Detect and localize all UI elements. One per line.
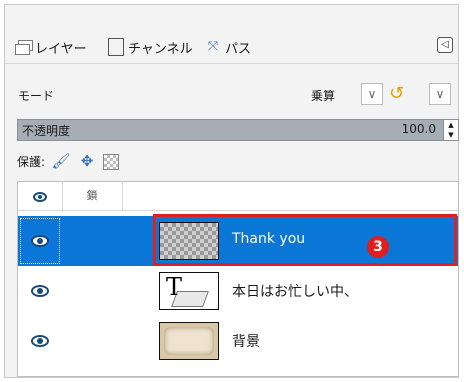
tab-layers[interactable]: レイヤー xyxy=(15,35,87,59)
eye-icon xyxy=(31,335,49,347)
layer-thumbnail[interactable] xyxy=(159,222,219,260)
triangle-left-icon: ◁ xyxy=(441,39,449,50)
opacity-slider[interactable]: 不透明度 100.0 ▲ ▼ xyxy=(17,119,459,141)
mode-value[interactable]: 乗算 xyxy=(311,87,335,104)
layer-list: 鎖 Thank you T 本日はお忙しい中、 背景 3 xyxy=(17,181,459,377)
lock-pixels-icon[interactable]: 🖌 xyxy=(51,151,71,171)
tab-label: レイヤー xyxy=(35,41,87,57)
layer-thumbnail[interactable] xyxy=(159,322,219,360)
spin-up-icon[interactable]: ▲ xyxy=(444,120,458,130)
layer-thumbnail[interactable]: T xyxy=(159,272,219,310)
dock-tab-bar: レイヤー チャンネル ⤧ パス ◁ xyxy=(5,25,458,65)
layer-name[interactable]: 本日はお忙しい中、 xyxy=(232,281,358,301)
mode-label: モード xyxy=(18,89,55,103)
tab-label: パス xyxy=(225,41,252,57)
tab-divider xyxy=(5,63,458,64)
chain-column-header[interactable]: 鎖 xyxy=(62,182,123,210)
channels-icon xyxy=(108,38,124,56)
opacity-label: 不透明度 xyxy=(22,124,71,138)
tab-label: チャンネル xyxy=(128,41,193,57)
spin-down-icon[interactable]: ▼ xyxy=(444,130,458,140)
composite-mode-dropdown-button[interactable]: ∨ xyxy=(429,83,451,105)
layer-name[interactable]: Thank you xyxy=(232,231,305,247)
layer-list-header: 鎖 xyxy=(18,182,458,211)
opacity-value[interactable]: 100.0 xyxy=(402,122,436,136)
tab-paths[interactable]: ⤧ パス xyxy=(205,35,251,59)
paths-icon: ⤧ xyxy=(207,39,219,54)
background-image-preview xyxy=(164,327,214,355)
opacity-spin-buttons[interactable]: ▲ ▼ xyxy=(443,120,458,140)
annotation-step-badge: 3 xyxy=(367,236,389,258)
reset-mode-icon[interactable]: ↺ xyxy=(389,84,404,104)
visibility-column-header[interactable] xyxy=(18,182,63,210)
eye-icon xyxy=(31,285,49,297)
layer-visibility-toggle[interactable] xyxy=(18,316,62,366)
chain-icon: 鎖 xyxy=(86,189,98,202)
layers-icon xyxy=(15,40,33,55)
tab-channels[interactable]: チャンネル xyxy=(108,35,193,59)
layer-row[interactable]: 背景 xyxy=(18,316,458,366)
lock-alpha-icon[interactable] xyxy=(103,154,120,170)
layer-row[interactable]: T 本日はお忙しい中、 xyxy=(18,266,458,316)
mode-row: モード 乗算 ∨ ↺ ∨ xyxy=(5,83,458,111)
lock-label: 保護: xyxy=(17,154,46,169)
layer-name[interactable]: 背景 xyxy=(232,331,260,351)
layer-row[interactable]: Thank you xyxy=(18,216,458,266)
eye-icon xyxy=(33,191,47,202)
configure-tab-button[interactable]: ◁ xyxy=(437,37,453,53)
eye-icon xyxy=(31,235,49,247)
layers-dock: レイヤー チャンネル ⤧ パス ◁ モード 乗算 ∨ ↺ ∨ 不透明度 100.… xyxy=(4,4,459,378)
lock-position-icon[interactable]: ✥ xyxy=(77,151,97,171)
chevron-down-icon: ∨ xyxy=(367,87,377,101)
text-layer-icon: T xyxy=(166,273,183,301)
layer-visibility-toggle[interactable] xyxy=(18,216,62,266)
layer-visibility-toggle[interactable] xyxy=(18,266,62,316)
mode-dropdown-button[interactable]: ∨ xyxy=(361,83,383,105)
lock-row: 保護: 🖌 ✥ xyxy=(17,149,125,173)
chevron-down-icon: ∨ xyxy=(435,87,445,101)
